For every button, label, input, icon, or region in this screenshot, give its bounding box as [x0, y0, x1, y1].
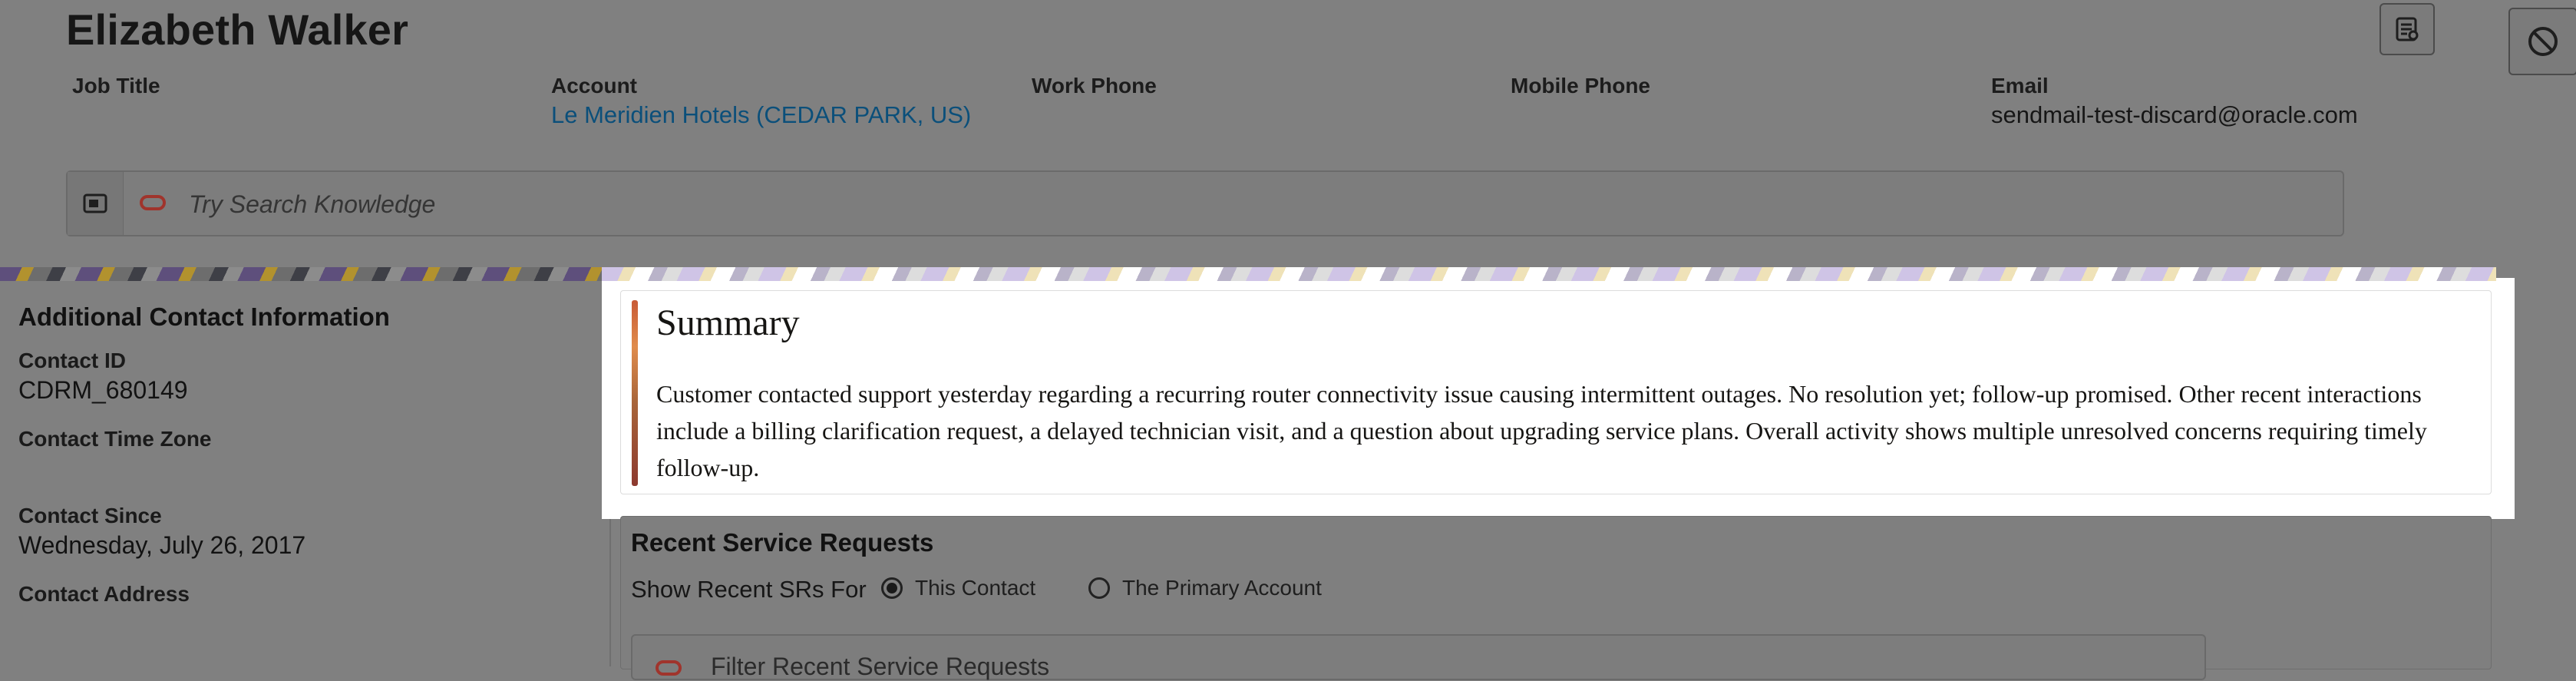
radio-this-contact-label: This Contact — [915, 576, 1036, 600]
additional-contact-title: Additional Contact Information — [18, 302, 390, 331]
radio-this-contact[interactable]: This Contact — [881, 576, 1035, 600]
panel-toggle-button[interactable] — [68, 172, 124, 235]
decorative-banner-highlight — [602, 267, 2496, 281]
mobile-phone-label: Mobile Phone — [1511, 74, 1650, 98]
contact-id-value: CDRM_680149 — [18, 376, 188, 404]
summary-card: Summary Customer contacted support yeste… — [620, 290, 2492, 494]
block-icon — [2528, 27, 2558, 56]
radio-unselected-indicator[interactable] — [1088, 577, 1110, 599]
account-link[interactable]: Le Meridien Hotels (CEDAR PARK, US) — [551, 101, 971, 129]
report-button[interactable] — [2379, 3, 2435, 55]
contact-id-label: Contact ID — [18, 349, 126, 372]
account-label: Account — [551, 74, 637, 98]
knowledge-search-bar — [66, 170, 2344, 236]
contact-timezone-label: Contact Time Zone — [18, 427, 212, 451]
show-srs-for-label: Show Recent SRs For — [631, 576, 867, 603]
email-value: sendmail-test-discard@oracle.com — [1991, 101, 2358, 128]
contact-since-label: Contact Since — [18, 504, 162, 527]
filter-srs-box[interactable]: Filter Recent Service Requests — [631, 634, 2206, 680]
contact-since-value: Wednesday, July 26, 2017 — [18, 531, 306, 559]
job-title-label: Job Title — [72, 74, 160, 98]
contact-address-label: Contact Address — [18, 582, 190, 606]
knowledge-search-input[interactable] — [187, 172, 2263, 236]
filter-srs-placeholder: Filter Recent Service Requests — [711, 653, 1050, 680]
block-button[interactable] — [2508, 8, 2576, 75]
radio-selected-indicator[interactable] — [881, 577, 903, 599]
summary-text: Customer contacted support yesterday reg… — [656, 380, 2427, 481]
panel-toggle-icon — [83, 193, 107, 213]
report-icon — [2396, 17, 2419, 41]
email-label: Email — [1991, 74, 2049, 98]
radio-primary-account-label: The Primary Account — [1122, 576, 1322, 600]
oracle-oval-icon — [140, 195, 166, 210]
contact-name: Elizabeth Walker — [66, 5, 409, 54]
recent-srs-title: Recent Service Requests — [631, 528, 934, 557]
oracle-oval-icon — [656, 660, 682, 676]
summary-title: Summary — [656, 302, 800, 343]
summary-accent-strip — [632, 300, 638, 486]
work-phone-label: Work Phone — [1032, 74, 1157, 98]
radio-primary-account[interactable]: The Primary Account — [1088, 576, 1322, 600]
